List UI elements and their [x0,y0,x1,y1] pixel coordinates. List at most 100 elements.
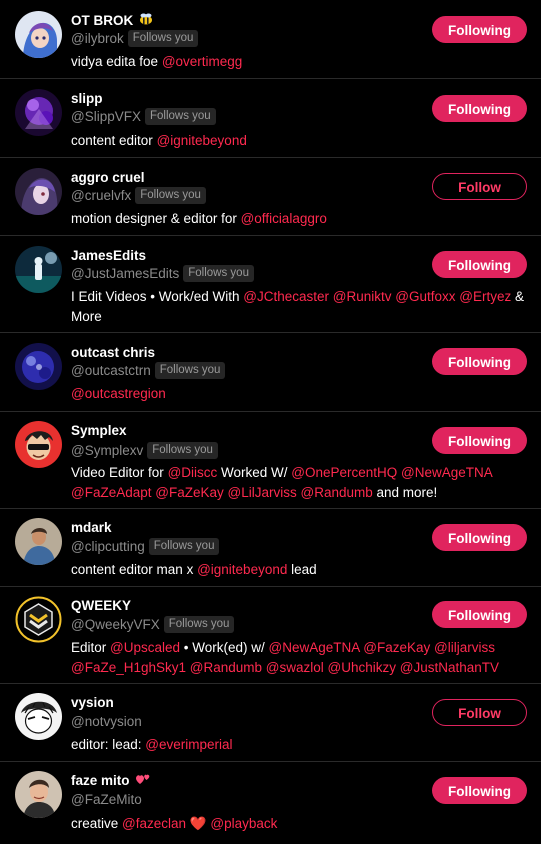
avatar[interactable] [15,421,62,468]
user-row[interactable]: mdark @clipcutting Follows you content ed… [0,509,541,587]
user-handle[interactable]: @Symplexv [71,443,143,458]
user-handle[interactable]: @clipcutting [71,539,145,554]
user-handle-line: @JustJamesEdits Follows you [71,265,254,283]
mention-link[interactable]: @Gutfoxx [395,289,455,304]
user-row[interactable]: faze mito @FaZeMito creative @fazeclan ❤… [0,762,541,844]
user-name[interactable]: vysion [71,694,114,712]
mention-link[interactable]: @Ertyez [459,289,511,304]
user-name[interactable]: Symplex [71,422,127,440]
mention-link[interactable]: @officialaggro [241,211,327,226]
user-handle-line: @SlippVFX Follows you [71,108,216,126]
mention-link[interactable]: @NewAgeTNA [401,465,492,480]
follows-you-badge: Follows you [148,538,220,555]
avatar[interactable] [15,246,62,293]
mention-link[interactable]: @JustNathanTV [400,660,499,675]
mention-link[interactable]: @FazeKay [363,640,430,655]
user-name[interactable]: aggro cruel [71,169,145,187]
avatar[interactable] [15,343,62,390]
mention-link[interactable]: @Runiktv [333,289,392,304]
user-bio: content editor man x @ignitebeyond lead [71,560,531,580]
following-button[interactable]: Following [432,427,527,454]
user-handle[interactable]: @QweekyVFX [71,617,160,632]
mention-link[interactable]: @FaZeKay [155,485,223,500]
following-button[interactable]: Following [432,251,527,278]
user-handle[interactable]: @ilybrok [71,31,124,46]
mention-link[interactable]: @OnePercentHQ [291,465,397,480]
following-button[interactable]: Following [432,524,527,551]
user-name[interactable]: slipp [71,90,103,108]
user-handle[interactable]: @JustJamesEdits [71,266,179,281]
user-row[interactable]: vysion @notvysion editor: lead: @everimp… [0,684,541,762]
user-handle[interactable]: @FaZeMito [71,792,142,807]
user-row[interactable]: aggro cruel @cruelvfx Follows you motion … [0,158,541,236]
mention-link[interactable]: @Diiscc [168,465,218,480]
mention-link[interactable]: @Randumb [190,660,262,675]
follow-button[interactable]: Follow [432,173,527,200]
user-row[interactable]: QWEEKY @QweekyVFX Follows you Editor @Ups… [0,587,541,684]
two-hearts-emoji [135,772,151,791]
mention-link[interactable]: @ignitebeyond [157,133,247,148]
user-handle-line: @notvysion [71,713,142,731]
user-bio: I Edit Videos • Work/ed With @JCthecaste… [71,287,531,326]
bio-text: editor: lead: [71,737,146,752]
avatar[interactable] [15,518,62,565]
user-name-text: vysion [71,695,114,710]
user-name[interactable]: mdark [71,519,112,537]
user-name-text: faze mito [71,773,130,789]
user-name[interactable]: outcast chris [71,344,155,362]
mention-link[interactable]: @liljarviss [434,640,495,655]
user-name[interactable]: QWEEKY [71,597,131,615]
user-name-text: JamesEdits [71,248,147,263]
mention-link[interactable]: @JCthecaster [243,289,329,304]
mention-link[interactable]: @Randumb [301,485,373,500]
user-row[interactable]: slipp @SlippVFX Follows you content edito… [0,79,541,158]
mention-link[interactable]: @Upscaled [110,640,180,655]
user-handle[interactable]: @outcastctrn [71,363,151,378]
avatar[interactable] [15,771,62,818]
user-name[interactable]: JamesEdits [71,247,146,265]
mention-link[interactable]: @Uhchikzy [328,660,396,675]
user-name-text: aggro cruel [71,170,145,185]
mention-link[interactable]: @everimperial [145,737,232,752]
following-button[interactable]: Following [432,348,527,375]
mention-link[interactable]: @overtimegg [162,54,243,69]
user-handle[interactable]: @SlippVFX [71,109,141,124]
mention-link[interactable]: @ignitebeyond [197,562,287,577]
user-name-text: QWEEKY [71,598,132,613]
bio-text: content editor man x [71,562,198,577]
bio-text: motion designer & editor for [71,211,241,226]
avatar[interactable] [15,596,62,643]
user-row[interactable]: outcast chris @outcastctrn Follows you @o… [0,333,541,412]
following-button[interactable]: Following [432,777,527,804]
bio-text: lead [287,562,317,577]
user-handle[interactable]: @notvysion [71,714,142,729]
following-list: OT BROK @ilybrok Follows you vidya edita … [0,0,541,844]
mention-link[interactable]: @outcastregion [71,386,166,401]
user-row[interactable]: OT BROK @ilybrok Follows you vidya edita … [0,0,541,79]
user-name[interactable]: OT BROK [71,12,153,30]
avatar[interactable] [15,168,62,215]
mention-link[interactable]: @swazlol [266,660,324,675]
user-handle-line: @FaZeMito [71,791,142,809]
follow-button[interactable]: Follow [432,699,527,726]
user-row[interactable]: JamesEdits @JustJamesEdits Follows you I … [0,236,541,333]
following-button[interactable]: Following [432,95,527,122]
mention-link[interactable]: @FaZeAdapt [71,485,152,500]
mention-link[interactable]: @fazeclan [122,816,186,831]
user-row[interactable]: Symplex @Symplexv Follows you Video Edito… [0,412,541,509]
avatar[interactable] [15,89,62,136]
bio-text: creative [71,816,123,831]
mention-link[interactable]: @NewAgeTNA [269,640,360,655]
follows-you-badge: Follows you [163,616,235,633]
user-name[interactable]: faze mito [71,772,151,790]
avatar[interactable] [15,693,62,740]
user-handle-line: @ilybrok Follows you [71,30,199,48]
avatar[interactable] [15,11,62,58]
following-button[interactable]: Following [432,601,527,628]
mention-link[interactable]: @playback [210,816,277,831]
user-bio: @outcastregion [71,384,531,404]
following-button[interactable]: Following [432,16,527,43]
user-handle[interactable]: @cruelvfx [71,188,131,203]
mention-link[interactable]: @LilJarviss [228,485,297,500]
mention-link[interactable]: @FaZe_H1ghSky1 [71,660,186,675]
